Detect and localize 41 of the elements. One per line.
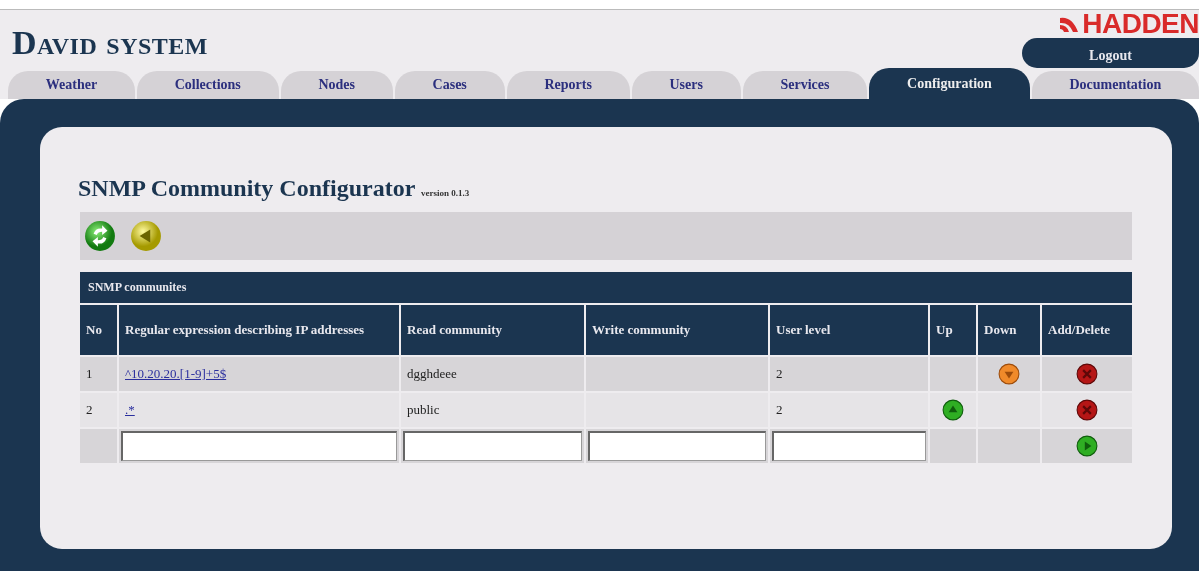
table-cell: public xyxy=(401,393,584,427)
column-header: No xyxy=(80,305,117,355)
delete-icon[interactable] xyxy=(1076,363,1098,385)
move-down-icon[interactable] xyxy=(998,363,1020,385)
nav-tab[interactable]: Nodes xyxy=(280,71,393,99)
input-field[interactable] xyxy=(121,431,397,461)
column-header: Down xyxy=(978,305,1040,355)
table-cell: dgghdeee xyxy=(401,357,584,391)
input-field[interactable] xyxy=(588,431,766,461)
regex-link[interactable]: ^10.20.20.[1-9]+5$ xyxy=(125,366,227,381)
delete-icon[interactable] xyxy=(1076,399,1098,421)
table-cell: 1 xyxy=(80,357,117,391)
nav-tab[interactable]: Services xyxy=(742,71,868,99)
column-header: Write community xyxy=(586,305,768,355)
nav-tab[interactable]: Cases xyxy=(394,71,505,99)
column-header: User level xyxy=(770,305,928,355)
table-cell: 2 xyxy=(770,393,928,427)
table-caption: SNMP communites xyxy=(80,272,1132,303)
regex-link[interactable]: .* xyxy=(125,402,135,417)
back-icon[interactable] xyxy=(130,220,162,252)
table-cell: 2 xyxy=(770,357,928,391)
input-field[interactable] xyxy=(403,431,582,461)
column-header: Regular expression describing IP addresses xyxy=(119,305,399,355)
move-up-icon[interactable] xyxy=(942,399,964,421)
site-title: David system xyxy=(12,24,208,63)
nav-tab[interactable]: Weather xyxy=(8,71,135,99)
add-icon[interactable] xyxy=(1076,435,1098,457)
nav-tab[interactable]: Users xyxy=(631,71,741,99)
column-header: Read community xyxy=(401,305,584,355)
logout-button[interactable]: Logout xyxy=(1022,38,1199,68)
nav-tab[interactable]: Configuration xyxy=(869,68,1030,99)
column-header: Add/Delete xyxy=(1042,305,1132,355)
nav-tab[interactable]: Collections xyxy=(136,71,279,99)
refresh-icon[interactable] xyxy=(84,220,116,252)
table-cell: 2 xyxy=(80,393,117,427)
company-logo: HADDEN xyxy=(1058,10,1199,38)
nav-tab[interactable]: Reports xyxy=(506,71,630,99)
column-header: Up xyxy=(930,305,976,355)
nav-tab[interactable]: Documentation xyxy=(1031,71,1199,99)
page-title: SNMP Community Configurator version 0.1.3 xyxy=(78,175,471,202)
input-field[interactable] xyxy=(772,431,926,461)
